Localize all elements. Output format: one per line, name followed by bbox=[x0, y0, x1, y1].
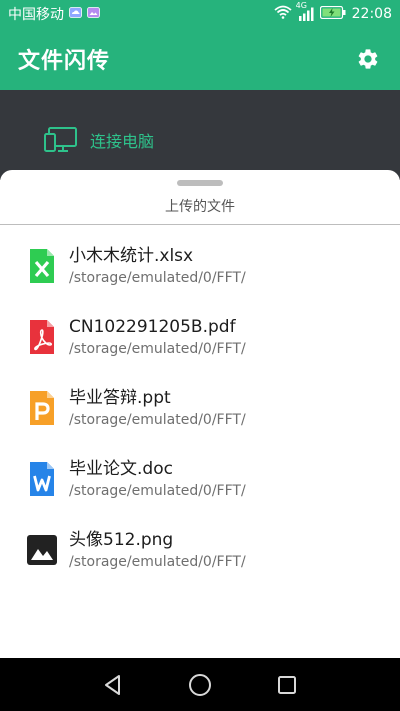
gear-icon bbox=[358, 49, 378, 69]
wifi-icon bbox=[274, 5, 292, 23]
pdf-file-icon bbox=[30, 320, 54, 354]
app-title: 文件闪传 bbox=[18, 49, 111, 74]
drag-handle[interactable] bbox=[177, 180, 223, 186]
file-name: 头像512.png bbox=[69, 530, 174, 550]
ppt-file-icon bbox=[30, 391, 54, 425]
connect-panel: 连接电脑 bbox=[0, 90, 400, 180]
battery-charging-icon bbox=[319, 5, 346, 23]
navigation-bar bbox=[0, 658, 400, 711]
network-type-label: 4G bbox=[295, 1, 307, 10]
back-button[interactable] bbox=[99, 671, 127, 699]
notification-image-icon bbox=[87, 6, 100, 22]
word-file-icon bbox=[30, 462, 54, 496]
list-item[interactable]: CN102291205B.pdf /storage/emulated/0/FFT… bbox=[0, 305, 400, 376]
connect-label: 连接电脑 bbox=[90, 132, 155, 151]
list-item[interactable]: 头像512.png /storage/emulated/0/FFT/ bbox=[0, 518, 400, 589]
carrier-label: 中国移动 bbox=[8, 7, 64, 23]
divider bbox=[0, 224, 400, 225]
settings-button[interactable] bbox=[354, 45, 382, 73]
file-path: /storage/emulated/0/FFT/ bbox=[69, 554, 246, 570]
app-bar: 文件闪传 bbox=[0, 28, 400, 90]
status-bar: 中国移动 4G 22:08 bbox=[0, 0, 400, 28]
sheet-title: 上传的文件 bbox=[165, 199, 235, 215]
computer-phone-icon bbox=[44, 127, 77, 152]
file-name: 毕业论文.doc bbox=[69, 459, 173, 479]
home-button[interactable] bbox=[186, 671, 214, 699]
file-path: /storage/emulated/0/FFT/ bbox=[69, 341, 246, 357]
recents-button[interactable] bbox=[273, 671, 301, 699]
file-name: CN102291205B.pdf bbox=[69, 317, 236, 337]
excel-file-icon bbox=[30, 249, 54, 283]
file-path: /storage/emulated/0/FFT/ bbox=[69, 483, 246, 499]
file-name: 毕业答辩.ppt bbox=[69, 388, 171, 408]
notification-cloud-icon bbox=[69, 6, 82, 22]
image-file-icon bbox=[27, 535, 57, 565]
list-item[interactable]: 毕业答辩.ppt /storage/emulated/0/FFT/ bbox=[0, 376, 400, 447]
connect-computer-button[interactable]: 连接电脑 bbox=[44, 126, 154, 154]
back-triangle-icon bbox=[105, 674, 121, 695]
recents-square-icon bbox=[277, 675, 296, 694]
list-item[interactable]: 小木木统计.xlsx /storage/emulated/0/FFT/ bbox=[0, 234, 400, 305]
home-circle-icon bbox=[188, 673, 211, 696]
file-name: 小木木统计.xlsx bbox=[69, 246, 194, 266]
clock-label: 22:08 bbox=[351, 6, 392, 22]
file-path: /storage/emulated/0/FFT/ bbox=[69, 412, 246, 428]
uploaded-files-sheet: 上传的文件 小木木统计.xlsx /storage/emulated/0/FFT… bbox=[0, 170, 400, 658]
file-path: /storage/emulated/0/FFT/ bbox=[69, 270, 246, 286]
list-item[interactable]: 毕业论文.doc /storage/emulated/0/FFT/ bbox=[0, 447, 400, 518]
signal-icon: 4G bbox=[296, 1, 314, 21]
file-list: 小木木统计.xlsx /storage/emulated/0/FFT/ CN10… bbox=[0, 234, 400, 589]
